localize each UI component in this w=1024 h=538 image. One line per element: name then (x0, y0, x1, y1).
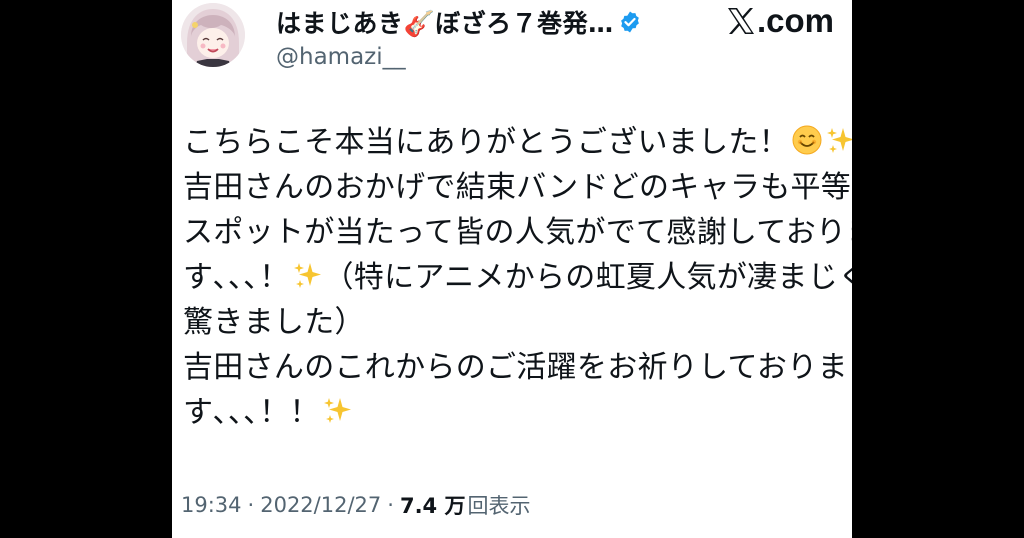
handle[interactable]: @hamazi__ (276, 44, 406, 70)
x-logo-icon (726, 6, 756, 36)
tweet-line-6: 吉田さんのこれからのご活躍をお祈りしておりま (183, 350, 848, 385)
tweet-date[interactable]: 2022/12/27 (260, 493, 381, 517)
views-count[interactable]: 7.4 万 (400, 490, 466, 520)
avatar[interactable] (181, 3, 245, 67)
sparkles-emoji (292, 259, 324, 291)
views-label: 回表示 (467, 494, 531, 518)
tweet-line-7: す､､､！！ (183, 390, 847, 435)
sparkles-emoji (322, 394, 354, 426)
brand-domain: .com (756, 2, 834, 39)
verified-badge-icon (618, 10, 642, 34)
tweet-time[interactable]: 19:34 (181, 493, 242, 517)
tweet-line-1: こちらこそ本当にありがとうございました！ (183, 120, 852, 165)
tweet-line-2: 吉田さんのおかげで結束バンドどのキャラも平等に (183, 170, 852, 205)
tweet-line-5: 驚きました） (183, 305, 365, 340)
sparkles-emoji (825, 124, 852, 156)
display-name[interactable]: はまじあき🎸ぼざろ７巻発… (276, 4, 614, 40)
tweet-text: こちらこそ本当にありがとうございました！ 吉田さんのおかげで結束バンドどのキャラ… (183, 120, 852, 435)
brand-watermark: .com (726, 2, 834, 40)
tweet-line-3: スポットが当たって皆の人気がでて感謝しておりま (183, 215, 852, 250)
smiling-face-emoji (791, 124, 823, 156)
separator: · (387, 493, 394, 517)
tweet-meta: 19:34 · 2022/12/27 · 7.4 万 回表示 (181, 490, 530, 520)
tweet-line-4: す､､､！ （特にアニメからの虹夏人気が凄まじく (183, 259, 852, 295)
tweet-card: はまじあき🎸ぼざろ７巻発… @hamazi__ .com こちらこそ本当にありが… (172, 0, 852, 538)
separator: · (247, 493, 255, 517)
display-name-row[interactable]: はまじあき🎸ぼざろ７巻発… (276, 4, 642, 40)
